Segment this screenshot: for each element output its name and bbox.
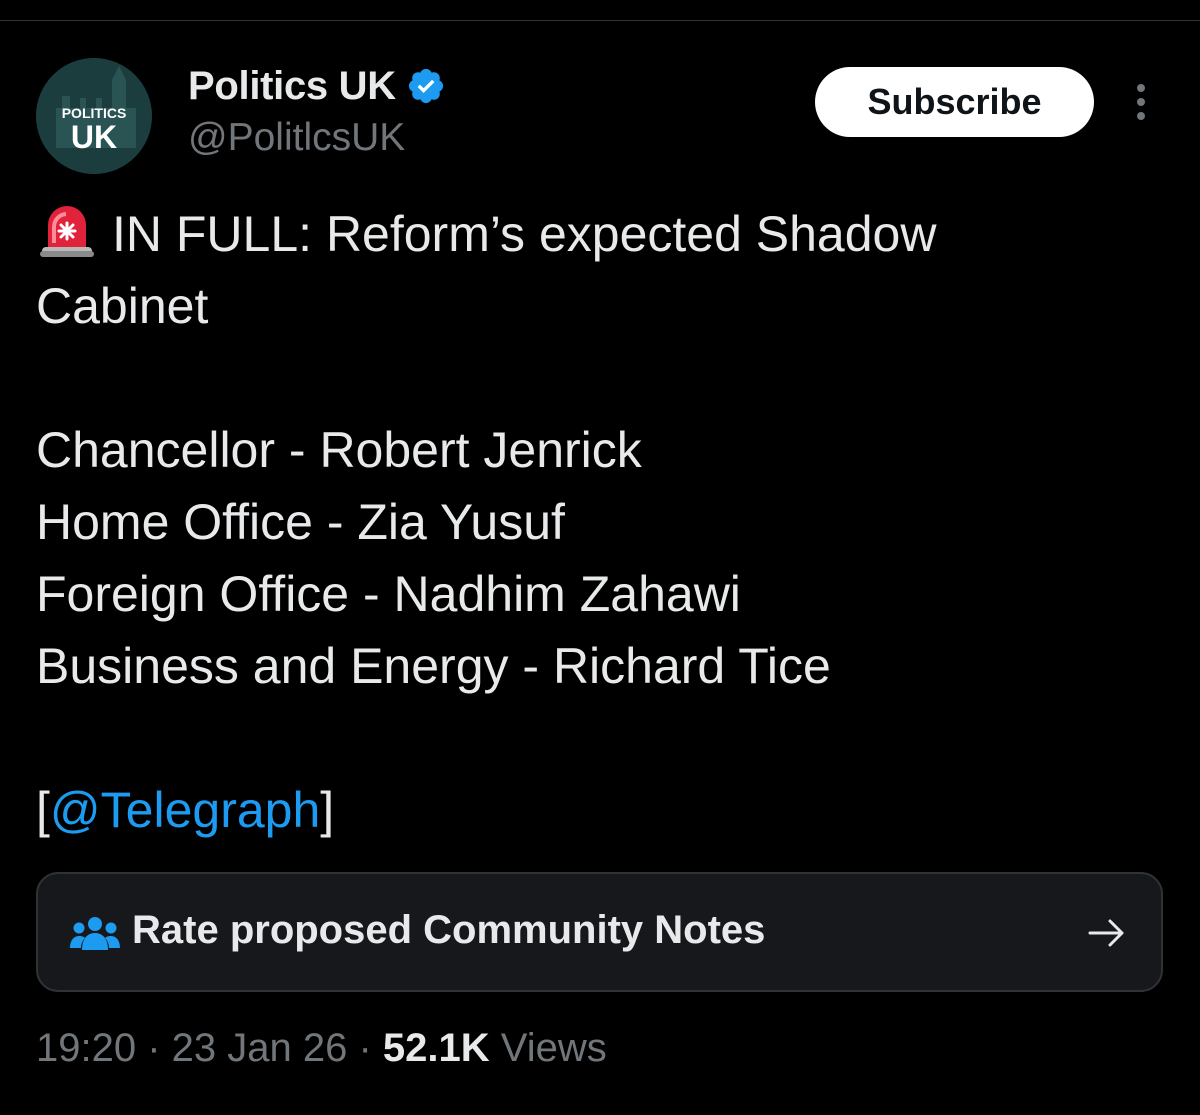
verified-badge-icon [406, 66, 446, 106]
people-icon [70, 916, 120, 952]
post-text-line-3 [36, 342, 1166, 414]
community-notes-button[interactable]: Rate proposed Community Notes [36, 872, 1163, 992]
meta-separator: · [136, 1026, 172, 1070]
post-date[interactable]: 23 Jan 26 [172, 1026, 348, 1070]
post-text-line-5: Home Office - Zia Yusuf [36, 494, 565, 550]
post-text-line-4: Chancellor - Robert Jenrick [36, 422, 642, 478]
post-text-line-1-content: IN FULL: Reform’s expected Shadow [112, 206, 937, 262]
post-text-line-1: IN FULL: Reform’s expected Shadow [36, 198, 1166, 270]
police-car-light-icon [36, 199, 98, 261]
link-suffix: ] [320, 782, 335, 838]
author-name-row[interactable]: Politics UK [188, 60, 446, 112]
more-options-icon[interactable] [1124, 82, 1158, 122]
views-label: Views [500, 1026, 607, 1070]
display-name[interactable]: Politics UK [188, 64, 396, 109]
post-time[interactable]: 19:20 [36, 1026, 136, 1070]
views-count: 52.1K [382, 1026, 490, 1070]
post-text-line-2: Cabinet [36, 278, 209, 334]
post-text-line-7: Business and Energy - Richard Tice [36, 638, 831, 694]
community-notes-label: Rate proposed Community Notes [132, 908, 766, 952]
meta-separator: · [347, 1026, 383, 1070]
post-text-link-line: [@Telegraph] [36, 774, 1166, 846]
post-text-line-6: Foreign Office - Nadhim Zahawi [36, 566, 741, 622]
author-handle[interactable]: @PolitlcsUK [188, 116, 405, 160]
post-text-line-8 [36, 702, 1166, 774]
subscribe-button[interactable]: Subscribe [815, 67, 1094, 137]
post-text: IN FULL: Reform’s expected Shadow Cabine… [36, 198, 1166, 846]
avatar[interactable]: POLITICS UK [36, 58, 152, 174]
avatar-text-bottom: UK [71, 119, 117, 155]
top-divider [0, 20, 1200, 21]
arrow-right-icon [1088, 918, 1126, 948]
link-prefix: [ [36, 782, 50, 838]
post-meta: 19:20 · 23 Jan 26 · 52.1K Views [36, 1020, 607, 1076]
telegraph-mention-link[interactable]: @Telegraph [50, 782, 320, 838]
